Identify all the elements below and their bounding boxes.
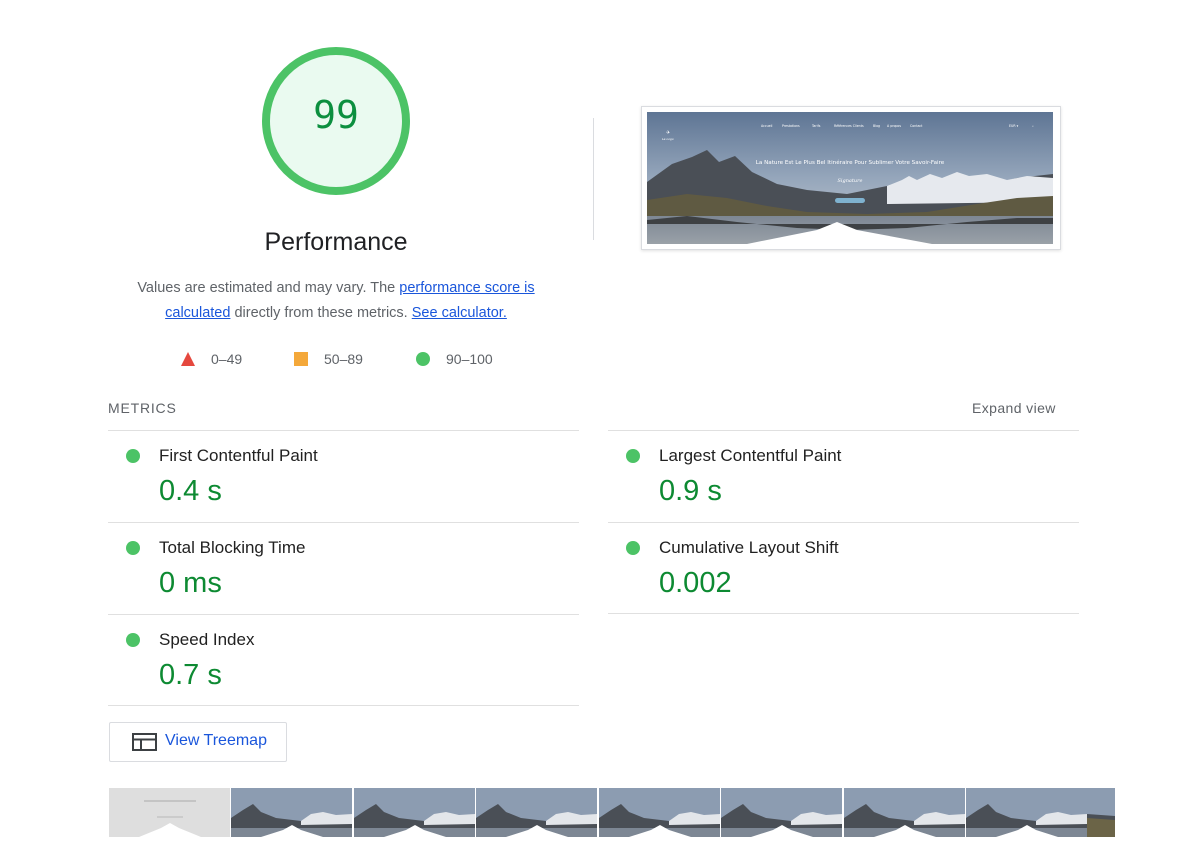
pass-status-icon [126,633,140,647]
metric-title-lcp: Largest Contentful Paint [659,446,842,465]
circle-icon [416,352,430,366]
svg-text:Accueil: Accueil [761,124,772,128]
metric-title-tbt: Total Blocking Time [159,538,306,557]
legend-fail: 0–49 [181,351,242,367]
divider [593,118,594,240]
svg-text:La Nature Est Le Plus Bel Itin: La Nature Est Le Plus Bel Itinéraire Pou… [756,159,945,166]
svg-text:Blog: Blog [873,124,880,128]
metric-title-si: Speed Index [159,630,255,649]
metric-title-cls: Cumulative Layout Shift [659,538,839,557]
filmstrip-frame [354,788,475,837]
website-screenshot: ✈ Le Logo Accueil Prestations Tarifs Réf… [647,112,1053,244]
legend-pass: 90–100 [416,351,493,367]
svg-text:A propos: A propos [887,124,901,128]
metric-value-tbt: 0 ms [159,567,222,599]
view-treemap-label: View Treemap [165,732,267,749]
svg-text:Contact: Contact [910,124,923,128]
filmstrip-frame [721,788,842,837]
pass-status-icon [626,449,640,463]
filmstrip-frame [109,788,230,837]
filmstrip-frame [599,788,720,837]
svg-text:EUR ▾: EUR ▾ [1009,124,1019,128]
divider [108,614,579,615]
svg-text:Prestations: Prestations [782,124,800,128]
pass-status-icon [626,541,640,555]
svg-text:Le Logo: Le Logo [662,137,674,141]
view-treemap-button[interactable]: View Treemap [109,722,287,762]
see-calculator-link[interactable]: See calculator. [412,305,507,321]
filmstrip-frame [966,788,1115,837]
square-icon [294,352,308,366]
category-title: Performance [264,228,408,256]
divider [108,430,579,431]
triangle-icon [181,352,195,366]
final-screenshot[interactable]: ✈ Le Logo Accueil Prestations Tarifs Réf… [641,106,1061,250]
pass-status-icon [126,449,140,463]
metric-value-fcp: 0.4 s [159,475,222,507]
performance-score: 99 [313,93,359,137]
filmstrip-frame [844,788,965,837]
svg-text:⌕: ⌕ [1032,124,1034,128]
filmstrip-frame [231,788,352,837]
filmstrip-frame [476,788,597,837]
divider [608,613,1079,614]
legend-average: 50–89 [294,351,363,367]
metric-value-si: 0.7 s [159,659,222,691]
svg-text:Signature: Signature [837,178,862,184]
svg-text:Références Clients: Références Clients [834,124,864,128]
metrics-heading: METRICS [108,400,177,416]
divider [108,705,579,706]
svg-text:Tarifs: Tarifs [811,124,821,128]
metric-title-fcp: First Contentful Paint [159,446,318,465]
pass-status-icon [126,541,140,555]
expand-view-toggle[interactable]: Expand view [972,400,1056,416]
score-description: Values are estimated and may vary. The p… [137,280,535,321]
metric-value-cls: 0.002 [659,567,732,599]
svg-text:✈: ✈ [666,130,670,136]
divider [608,430,1079,431]
divider [108,522,579,523]
treemap-icon [132,733,157,751]
divider [608,522,1079,523]
metric-value-lcp: 0.9 s [659,475,722,507]
